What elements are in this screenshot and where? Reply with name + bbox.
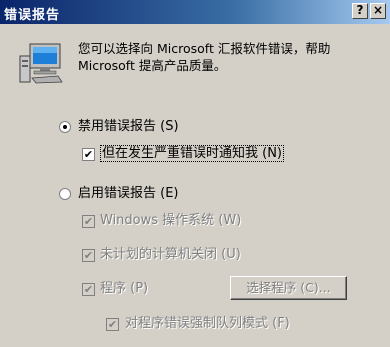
notify-option-label[interactable]: 但在发生严重错误时通知我 (N) — [100, 145, 285, 162]
windows-os-label: Windows 操作系统 (W) — [100, 213, 242, 228]
disable-option-label[interactable]: 禁用错误报告 (S) — [78, 119, 179, 135]
close-button[interactable]: × — [370, 3, 386, 19]
disable-radio[interactable] — [59, 121, 71, 133]
enable-option-label[interactable]: 启用错误报告 (E) — [78, 186, 179, 202]
choose-programs-button[interactable]: 选择程序 (C)... — [230, 276, 347, 300]
force-queue-checkbox[interactable]: ✔ — [106, 318, 119, 331]
force-queue-label: 对程序错误强制队列模式 (F) — [125, 316, 290, 331]
enable-radio[interactable] — [59, 188, 71, 200]
unplanned-shutdown-checkbox[interactable]: ✔ — [82, 249, 95, 262]
help-button[interactable]: ? — [352, 3, 368, 19]
programs-checkbox[interactable]: ✔ — [82, 283, 95, 296]
computer-icon — [19, 43, 63, 84]
windows-os-checkbox[interactable]: ✔ — [82, 215, 95, 228]
notify-checkbox[interactable]: ✔ — [82, 148, 95, 161]
radio-selected-dot — [63, 125, 67, 129]
unplanned-shutdown-label: 未计划的计算机关闭 (U) — [100, 247, 241, 262]
intro-text: 您可以选择向 Microsoft 汇报软件错误，帮助 Microsoft 提高产… — [78, 41, 331, 73]
window-title: 错误报告 — [4, 8, 61, 23]
title-bar[interactable]: 错误报告 ? × — [0, 0, 390, 24]
programs-label: 程序 (P) — [100, 281, 149, 296]
